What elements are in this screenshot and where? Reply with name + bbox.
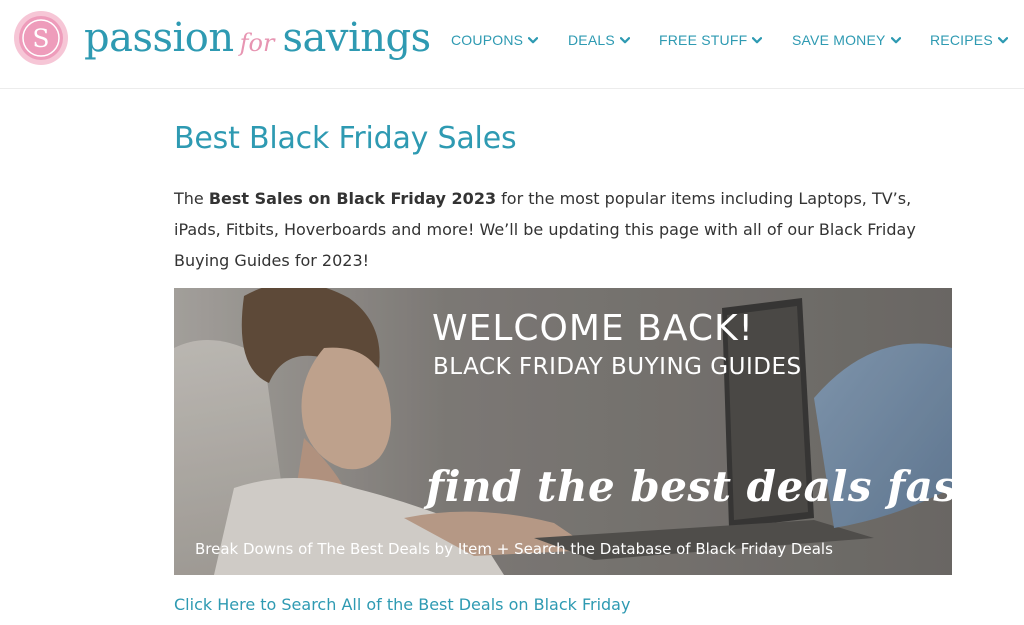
nav-label: SAVE MONEY [792,32,886,48]
hero-banner-image[interactable]: WELCOME BACK! BLACK FRIDAY BUYING GUIDES… [174,288,952,575]
nav-label: DEALS [568,32,615,48]
logo-word-passion: passion [84,15,234,61]
chevron-down-icon [619,37,630,44]
banner-script-text: find the best deals fast! [426,462,952,511]
nav-label: FREE STUFF [659,32,748,48]
logo-icon[interactable]: S [13,10,69,66]
logo-letter: S [32,24,49,53]
page-title: Best Black Friday Sales [174,121,517,156]
logo-word-savings: savings [282,15,431,61]
nav-label: COUPONS [451,32,524,48]
site-logo[interactable]: passion for savings [84,8,431,68]
nav-item-save-money[interactable]: SAVE MONEY [792,32,901,48]
nav-item-deals[interactable]: DEALS [568,32,630,48]
chevron-down-icon [997,37,1008,44]
banner-subheadline: BLACK FRIDAY BUYING GUIDES [433,354,802,380]
chevron-down-icon [528,37,539,44]
banner-caption: Break Downs of The Best Deals by Item + … [195,540,833,558]
intro-paragraph: The Best Sales on Black Friday 2023 for … [174,183,934,276]
intro-prefix: The [174,189,209,208]
site-header: S passion for savings COUPONS DEALS FREE… [0,0,1024,89]
nav-item-free-stuff[interactable]: FREE STUFF [659,32,763,48]
banner-headline: WELCOME BACK! [432,308,754,349]
nav-item-recipes[interactable]: RECIPES [930,32,1008,48]
chevron-down-icon [890,37,901,44]
intro-bold: Best Sales on Black Friday 2023 [208,189,497,208]
search-deals-link[interactable]: Click Here to Search All of the Best Dea… [174,595,630,614]
chevron-down-icon [752,37,763,44]
nav-item-coupons[interactable]: COUPONS [451,32,539,48]
nav-label: RECIPES [930,32,993,48]
logo-word-for: for [239,29,275,57]
